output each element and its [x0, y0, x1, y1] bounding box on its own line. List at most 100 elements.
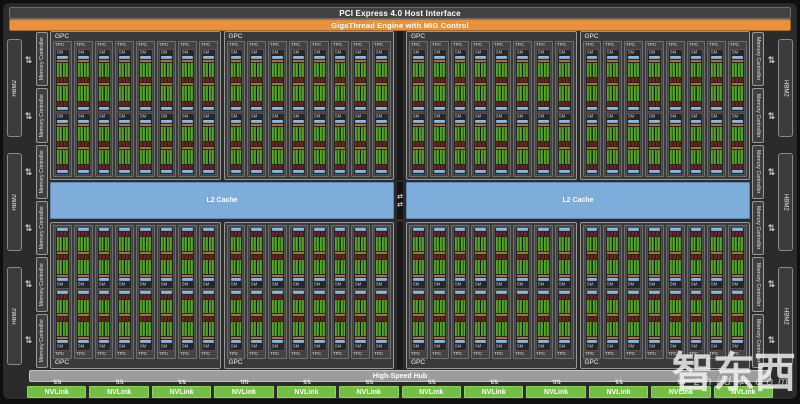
sm-scheduler-bar	[413, 314, 424, 316]
sm-label: SM	[412, 282, 421, 286]
sm-core-array	[649, 260, 660, 274]
sm-core-array	[538, 300, 549, 314]
sm-scheduler-bar	[434, 124, 445, 126]
sm-scheduler-bar	[732, 275, 743, 277]
sm-shared-memory-bar	[119, 170, 130, 173]
sm-label: SM	[202, 51, 211, 55]
screenshot-stage: PCI Express 4.0 Host Interface GigaThrea…	[0, 0, 800, 404]
sm-block: SM	[291, 113, 306, 176]
sm-scheduler-bar	[517, 252, 528, 254]
sm-core-array	[161, 322, 172, 336]
sm-label: SM	[648, 345, 657, 349]
sm-stack: SMSM	[688, 226, 705, 351]
sm-register-band	[314, 165, 325, 169]
sm-scheduler-bar	[57, 147, 68, 149]
memory-arrows-left: ⇅⇅⇅⇅⇅⇅	[22, 32, 35, 368]
tpc-label: TPC	[708, 352, 721, 358]
sm-label: SM	[250, 114, 259, 118]
sm-register-band	[161, 255, 172, 259]
sm-label: SM	[98, 51, 107, 55]
sm-register-band	[434, 78, 445, 82]
sm-scheduler-bar	[559, 147, 570, 149]
sm-scheduler-bar	[251, 124, 262, 126]
sm-core-array	[335, 86, 346, 100]
tpc-block: TPCSMSM	[289, 41, 308, 177]
memory-controller-column-left: Memory ControllerMemory ControllerMemory…	[36, 32, 48, 368]
sm-core-array	[475, 300, 486, 314]
sm-block: SM	[117, 49, 132, 112]
sm-stack: SM SM	[248, 49, 265, 176]
sm-core-array	[711, 127, 722, 141]
sm-shared-memory-bar	[251, 228, 262, 231]
sm-register-band	[587, 295, 598, 299]
sm-core-array	[559, 127, 570, 141]
sm-scheduler-bar	[670, 83, 681, 85]
sm-scheduler-bar	[475, 314, 486, 316]
nvlink-block: NVLink	[714, 386, 773, 398]
sm-core-array	[272, 260, 283, 274]
memory-arrows-right: ⇅⇅⇅⇅⇅⇅	[765, 32, 778, 368]
sm-core-array	[711, 300, 722, 314]
sm-scheduler-bar	[732, 337, 743, 339]
sm-core-array	[413, 237, 424, 251]
sm-core-array	[203, 237, 214, 251]
sm-register-band	[335, 295, 346, 299]
sm-l1-cache-bar	[670, 120, 681, 123]
sm-block: SM	[647, 290, 662, 352]
sm-label: SM	[495, 114, 504, 118]
sm-l1-cache-bar	[587, 56, 598, 59]
sm-scheduler-bar	[496, 124, 507, 126]
sm-scheduler-bar	[355, 275, 366, 277]
sm-scheduler-bar	[99, 314, 110, 316]
sm-scheduler-bar	[231, 314, 242, 316]
tpc-label: TPC	[332, 352, 345, 358]
sm-core-array	[711, 237, 722, 251]
sm-scheduler-bar	[376, 83, 387, 85]
tpc-block: TPCSMSM	[372, 225, 391, 359]
sm-shared-memory-bar	[335, 170, 346, 173]
sm-shared-memory-bar	[161, 291, 172, 294]
sm-scheduler-bar	[57, 124, 68, 126]
sm-l1-cache-bar	[376, 340, 387, 343]
sm-register-band	[272, 102, 283, 106]
sm-scheduler-bar	[376, 314, 387, 316]
sm-shared-memory-bar	[649, 228, 660, 231]
sm-register-band	[140, 295, 151, 299]
sm-scheduler-bar	[119, 275, 130, 277]
sm-block: SM	[249, 49, 264, 112]
sm-l1-cache-bar	[711, 340, 722, 343]
sm-shared-memory-bar	[140, 228, 151, 231]
sm-l1-cache-bar	[517, 340, 528, 343]
sm-block: SM	[312, 49, 327, 112]
sm-stack: SMSM	[54, 49, 71, 176]
sm-l1-cache-bar	[587, 120, 598, 123]
sm-stack: SMSM	[625, 226, 642, 351]
sm-l1-cache-bar	[413, 340, 424, 343]
nvlink-cell: ⇅⇅NVLink	[214, 381, 273, 398]
sm-block: SM	[249, 227, 264, 289]
sm-core-array	[78, 237, 89, 251]
sm-register-band	[119, 232, 130, 236]
sm-shared-memory-bar	[538, 107, 549, 110]
sm-register-band	[251, 165, 262, 169]
tpc-block: TPCSMSM	[409, 225, 428, 359]
sm-block: SM	[585, 227, 600, 289]
sm-shared-memory-bar	[559, 170, 570, 173]
sm-core-array	[314, 86, 325, 100]
sm-shared-memory-bar	[355, 170, 366, 173]
hbm2-block: HBM2	[7, 39, 22, 137]
sm-core-array	[335, 63, 346, 77]
sm-label: SM	[433, 345, 442, 349]
sm-l1-cache-bar	[272, 120, 283, 123]
sm-core-array	[434, 127, 445, 141]
sm-register-band	[251, 142, 262, 146]
sm-label: SM	[313, 51, 322, 55]
sm-shared-memory-bar	[182, 228, 193, 231]
sm-scheduler-bar	[57, 275, 68, 277]
sm-block: SM	[117, 290, 132, 352]
sm-register-band	[455, 295, 466, 299]
sm-scheduler-bar	[231, 124, 242, 126]
sm-core-array	[376, 63, 387, 77]
sm-register-band	[732, 255, 743, 259]
sm-scheduler-bar	[293, 124, 304, 126]
